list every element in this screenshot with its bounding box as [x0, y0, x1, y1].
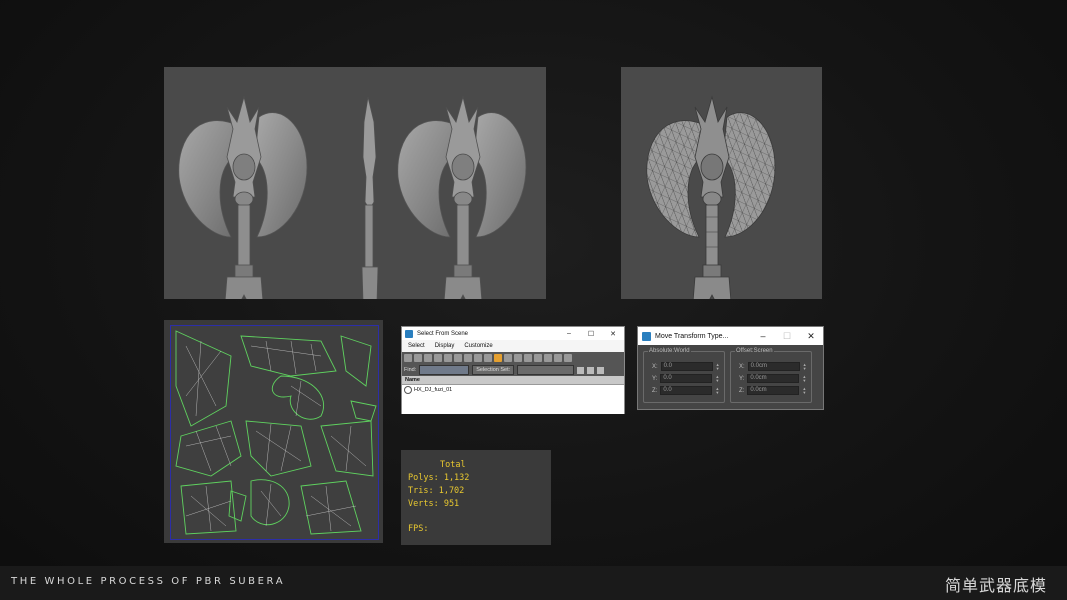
display-dependents-icon[interactable]	[597, 366, 605, 374]
axis-label: Y:	[739, 375, 745, 382]
filter-containers-icon[interactable]	[494, 354, 502, 362]
close-button[interactable]: ✕	[799, 331, 823, 342]
minimize-button[interactable]: –	[558, 330, 580, 338]
offset-x-input[interactable]: 0.0cm	[747, 362, 800, 371]
filter-funnel-icon[interactable]	[554, 354, 562, 362]
filter-shapes-icon[interactable]	[414, 354, 422, 362]
stats-tris: Tris: 1,702	[408, 486, 465, 496]
absolute-z-input[interactable]: 0.0	[660, 386, 713, 395]
absolute-y-row: Y: 0.0 ▲ ▼	[652, 374, 720, 383]
maximize-button[interactable]: ☐	[580, 330, 602, 338]
footer-bar: THE WHOLE PROCESS OF PBR SUBERA 简单武器底模	[0, 566, 1067, 600]
select-from-scene-titlebar[interactable]: Select From Scene – ☐ ✕	[402, 327, 624, 340]
filter-cameras-icon[interactable]	[434, 354, 442, 362]
axe-model-views	[178, 96, 527, 299]
offset-z-row: Z: 0.0cm ▲ ▼	[739, 386, 807, 395]
move-transform-titlebar[interactable]: Move Transform Type... – ☐ ✕	[638, 327, 823, 345]
filter-lights-icon[interactable]	[424, 354, 432, 362]
window-title: Move Transform Type...	[655, 332, 729, 340]
move-transform-window: Move Transform Type... – ☐ ✕ Absolute:Wo…	[637, 326, 824, 410]
offset-y-row: Y: 0.0cm ▲ ▼	[739, 374, 807, 383]
list-item-label: HX_DJ_fuzi_01	[414, 387, 453, 393]
axis-label: Z:	[652, 387, 658, 394]
menu-customize[interactable]: Customize	[464, 343, 492, 349]
offset-screen-group: Offset:Screen X: 0.0cm ▲ ▼ Y: 0.0cm ▲ ▼ Z:…	[730, 348, 812, 403]
stats-polys: Polys: 1,132	[408, 473, 470, 483]
offset-z-input[interactable]: 0.0cm	[747, 386, 800, 395]
spinner-icon[interactable]: ▲ ▼	[802, 387, 807, 395]
list-empty-area[interactable]	[402, 395, 624, 414]
absolute-x-row: X: 0.0 ▲ ▼	[652, 362, 721, 371]
select-all-icon[interactable]	[524, 354, 532, 362]
filter-geometry-icon[interactable]	[404, 354, 412, 362]
filter-helpers-icon[interactable]	[444, 354, 452, 362]
invert-selection-icon[interactable]	[544, 354, 552, 362]
uv-layout-area	[170, 325, 379, 540]
find-input[interactable]	[419, 365, 470, 375]
uv-layout-panel	[164, 320, 383, 543]
close-button[interactable]: ✕	[602, 330, 624, 338]
stats-verts: Verts: 951	[408, 499, 460, 509]
filter-bones-icon[interactable]	[484, 354, 492, 362]
selection-set-button[interactable]: Selection Set:	[472, 365, 515, 375]
list-item[interactable]: HX_DJ_fuzi_01	[402, 385, 624, 395]
axis-label: Y:	[652, 375, 658, 382]
spinner-icon[interactable]: ▲ ▼	[803, 363, 808, 371]
find-row: Find: Selection Set:	[402, 364, 624, 376]
object-type-icon	[404, 386, 412, 394]
menu-bar: Select Display Customize	[402, 340, 624, 352]
absolute-x-input[interactable]: 0.0	[660, 362, 713, 371]
stats-heading: Total	[440, 460, 466, 470]
absolute-y-input[interactable]: 0.0	[660, 374, 713, 383]
group-title: Absolute:World	[648, 348, 691, 354]
axis-label: X:	[652, 363, 658, 370]
selection-set-dropdown[interactable]	[517, 365, 575, 375]
app-icon	[405, 329, 413, 338]
axe-views-panel	[164, 67, 546, 299]
spinner-icon[interactable]: ▲ ▼	[716, 363, 721, 371]
axe-wireframe-view	[646, 95, 776, 299]
minimize-button[interactable]: –	[751, 331, 775, 342]
spinner-icon[interactable]: ▲ ▼	[715, 387, 720, 395]
maximize-button: ☐	[782, 330, 792, 341]
spinner-icon[interactable]: ▲ ▼	[802, 375, 807, 383]
axis-label: X:	[739, 363, 745, 370]
filter-groups-icon[interactable]	[464, 354, 472, 362]
group-title: Offset:Screen	[735, 348, 774, 354]
filter-hidden-icon[interactable]	[514, 354, 522, 362]
absolute-z-row: Z: 0.0 ▲ ▼	[652, 386, 720, 395]
display-influences-icon[interactable]	[587, 366, 595, 374]
list-column-name[interactable]: Name	[402, 376, 624, 385]
offset-x-row: X: 0.0cm ▲ ▼	[739, 362, 808, 371]
menu-display[interactable]: Display	[435, 343, 455, 349]
select-from-scene-window: Select From Scene – ☐ ✕ Select Display C…	[401, 326, 625, 414]
window-title: Select From Scene	[417, 330, 469, 337]
axis-label: Z:	[739, 387, 745, 394]
viewport-stats-panel: Total Polys: 1,132 Tris: 1,702 Verts: 95…	[401, 450, 551, 545]
filter-frozen-icon[interactable]	[504, 354, 512, 362]
footer-title: 简单武器底模	[944, 576, 1047, 595]
select-none-icon[interactable]	[534, 354, 542, 362]
offset-y-input[interactable]: 0.0cm	[747, 374, 800, 383]
display-children-icon[interactable]	[577, 366, 585, 374]
uv-islands	[175, 330, 377, 535]
stats-fps: FPS:	[408, 524, 429, 534]
menu-select[interactable]: Select	[408, 343, 425, 349]
filter-toolbar	[402, 352, 624, 364]
app-icon	[642, 331, 651, 341]
axe-wireframe-panel	[621, 67, 822, 299]
filter-xrefs-icon[interactable]	[474, 354, 482, 362]
sync-selection-icon[interactable]	[564, 354, 572, 362]
spinner-icon[interactable]: ▲ ▼	[715, 375, 720, 383]
footer-subtitle: THE WHOLE PROCESS OF PBR SUBERA	[11, 576, 286, 587]
find-label: Find:	[404, 367, 417, 373]
filter-spacewarps-icon[interactable]	[454, 354, 462, 362]
absolute-world-group: Absolute:World X: 0.0 ▲ ▼ Y: 0.0 ▲ ▼ Z: 0.…	[643, 348, 725, 403]
